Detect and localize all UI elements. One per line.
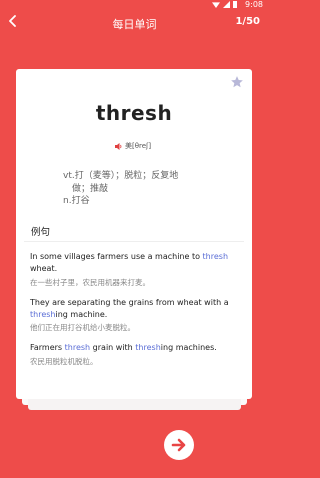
page-title: 每日单词 — [112, 18, 157, 31]
example-text: ing machines. — [160, 343, 217, 352]
example-text: They are separating the grains from whea… — [30, 298, 229, 307]
wifi-icon — [212, 2, 220, 8]
highlighted-word: thresh — [202, 252, 229, 261]
example-translation: 他们正在用打谷机给小麦脱粒。 — [30, 323, 135, 332]
example-sentence: In some villages farmers use a machine t… — [30, 251, 235, 274]
example-text: In some villages farmers use a machine t… — [30, 252, 203, 261]
example-translation: 在一些村子里，农民用机器来打麦。 — [30, 278, 150, 287]
speaker-icon — [115, 142, 122, 150]
phonetic-text: 美[θreʃ] — [125, 142, 152, 150]
example-line: They are separating the grains from whea… — [30, 297, 235, 309]
example-line: Farmers thresh grain with threshing mach… — [30, 342, 235, 354]
example-line: threshing machine. — [30, 309, 235, 321]
arrow-right-icon — [171, 438, 186, 452]
highlighted-word: thresh — [30, 309, 56, 319]
example-line: wheat. — [30, 263, 235, 275]
definition-line: n.打谷 — [63, 196, 90, 206]
highlighted-word: thresh — [64, 343, 91, 352]
examples-heading: 例句 — [31, 227, 51, 238]
definition-line: 做；推敲 — [72, 183, 109, 194]
example-text: Farmers — [30, 343, 65, 352]
battery-icon — [233, 1, 237, 8]
cellular-icon — [223, 1, 230, 8]
word-text: thresh — [95, 101, 173, 125]
divider — [24, 241, 244, 242]
example-sentence: Farmers thresh grain with threshing mach… — [30, 342, 235, 354]
star-icon[interactable] — [230, 75, 244, 89]
example-text: ing machine. — [55, 309, 108, 319]
pronunciation-button[interactable]: 美[θreʃ] — [115, 141, 151, 151]
example-translation: 农民用脱粒机脱粒。 — [30, 357, 98, 366]
example-text: grain with — [90, 343, 136, 352]
definition-line: vt.打（麦等）；脱粒；反复地 — [63, 171, 179, 181]
highlighted-word: thresh — [135, 343, 161, 352]
app-bar: 每日单词 1/50 — [0, 10, 269, 34]
definitions: vt.打（麦等）；脱粒；反复地 做；推敲 n.打谷 — [63, 170, 223, 208]
example-text: wheat. — [30, 263, 58, 273]
status-time: 9:08 — [245, 0, 263, 9]
word-counter: 1/50 — [235, 16, 260, 27]
next-button[interactable] — [164, 430, 194, 460]
example-line: In some villages farmers use a machine t… — [30, 251, 235, 263]
status-icons — [212, 1, 237, 8]
status-bar: 9:08 — [0, 0, 269, 10]
example-sentence: They are separating the grains from whea… — [30, 297, 235, 320]
